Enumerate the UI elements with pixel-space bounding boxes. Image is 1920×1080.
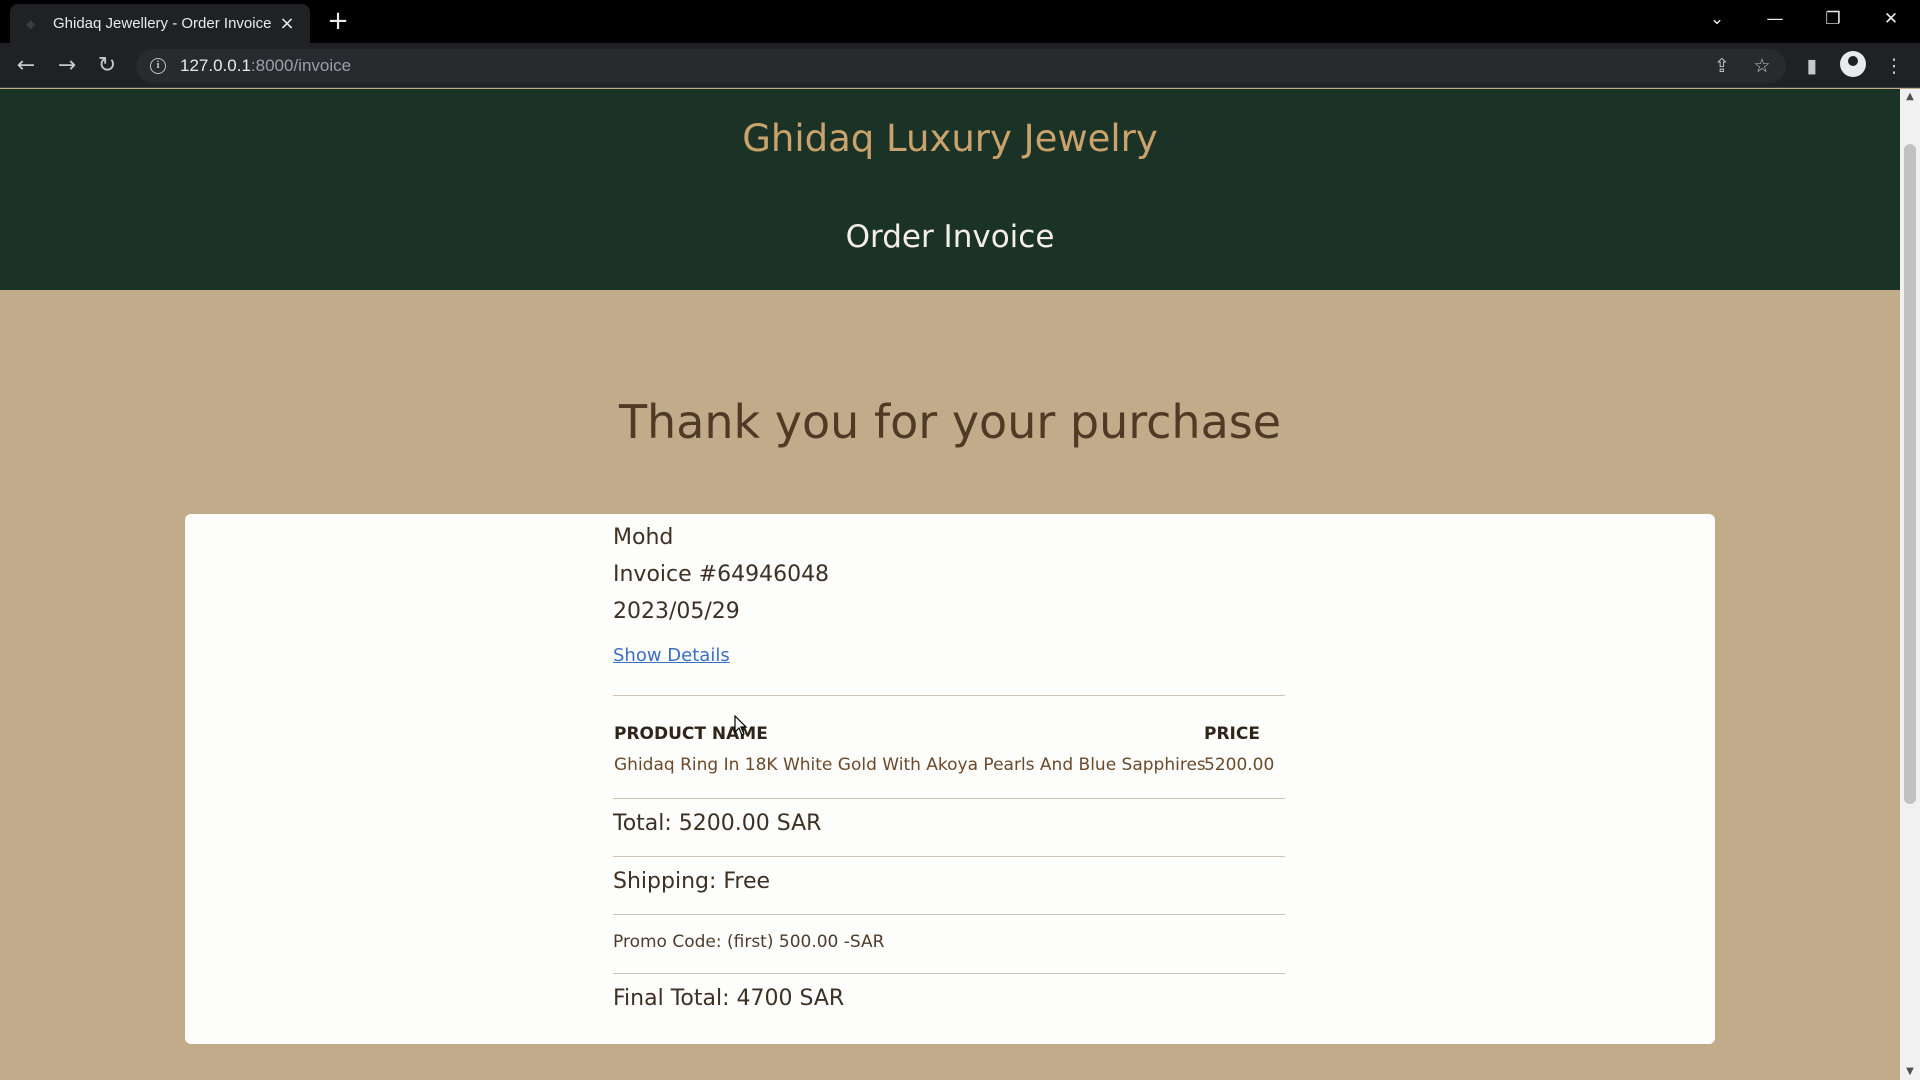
shipping-info: Shipping: Free xyxy=(613,869,771,894)
thank-you-heading: Thank you for your purchase xyxy=(618,395,1282,449)
star-icon[interactable]: ☆ xyxy=(1749,53,1775,79)
browser-toolbar: ← → ↻ i 127.0.0.1:8000/invoice ⇪ ☆ ▮ ⋮ xyxy=(0,43,1920,88)
reload-icon[interactable]: ↻ xyxy=(91,50,123,82)
divider xyxy=(613,695,1285,696)
site-info-icon[interactable]: i xyxy=(150,58,166,74)
table-header-price: PRICE xyxy=(1204,724,1260,744)
order-total: Total: 5200.00 SAR xyxy=(613,811,822,836)
promo-code: Promo Code: (first) 500.00 -SAR xyxy=(613,932,885,952)
product-name-cell: Ghidaq Ring In 18K White Gold With Akoya… xyxy=(614,755,1206,775)
product-price-cell: 5200.00 xyxy=(1204,755,1275,775)
invoice-card: Mohd Invoice #64946048 2023/05/29 Show D… xyxy=(185,514,1715,1044)
back-arrow-icon[interactable]: ← xyxy=(10,50,42,82)
page-subtitle: Order Invoice xyxy=(845,219,1055,255)
scroll-thumb[interactable] xyxy=(1904,144,1916,804)
divider xyxy=(613,973,1285,974)
new-tab-icon[interactable]: + xyxy=(324,8,352,36)
customer-name: Mohd xyxy=(613,525,674,550)
url-path: :8000/invoice xyxy=(250,56,352,75)
side-panel-icon[interactable]: ▮ xyxy=(1799,53,1825,79)
divider xyxy=(613,914,1285,915)
url-host: 127.0.0.1 xyxy=(180,56,251,75)
scroll-up-icon[interactable]: ▲ xyxy=(1900,89,1920,105)
tab-search-icon[interactable]: ⌄ xyxy=(1694,4,1740,34)
invoice-number: Invoice #64946048 xyxy=(613,562,830,587)
final-total: Final Total: 4700 SAR xyxy=(613,986,845,1011)
tab-title: Ghidaq Jewellery - Order Invoice xyxy=(53,15,272,32)
page-scrollbar[interactable]: ▲ ▼ xyxy=(1900,89,1920,1080)
browser-tab[interactable]: ◆ Ghidaq Jewellery - Order Invoice × xyxy=(10,4,310,43)
mouse-cursor-icon xyxy=(734,715,748,736)
tab-close-icon[interactable]: × xyxy=(276,13,298,34)
page-viewport: Ghidaq Luxury Jewelry Order Invoice Than… xyxy=(0,89,1900,1080)
brand-title: Ghidaq Luxury Jewelry xyxy=(742,117,1158,160)
forward-arrow-icon[interactable]: → xyxy=(51,50,83,82)
kebab-menu-icon[interactable]: ⋮ xyxy=(1881,53,1907,79)
site-header: Ghidaq Luxury Jewelry Order Invoice xyxy=(0,89,1900,290)
divider xyxy=(613,856,1285,857)
minimize-icon[interactable]: — xyxy=(1752,4,1798,34)
favicon-icon: ◆ xyxy=(26,16,36,31)
profile-icon[interactable] xyxy=(1840,51,1866,77)
invoice-date: 2023/05/29 xyxy=(613,599,740,624)
browser-tabstrip: ◆ Ghidaq Jewellery - Order Invoice × + ⌄… xyxy=(0,0,1920,43)
divider xyxy=(613,798,1285,799)
share-icon[interactable]: ⇪ xyxy=(1709,53,1735,79)
show-details-link[interactable]: Show Details xyxy=(613,645,730,666)
close-window-icon[interactable]: ✕ xyxy=(1868,4,1914,34)
restore-icon[interactable]: ❐ xyxy=(1810,4,1856,34)
scroll-down-icon[interactable]: ▼ xyxy=(1900,1064,1920,1080)
address-bar[interactable]: i 127.0.0.1:8000/invoice xyxy=(136,49,1786,83)
